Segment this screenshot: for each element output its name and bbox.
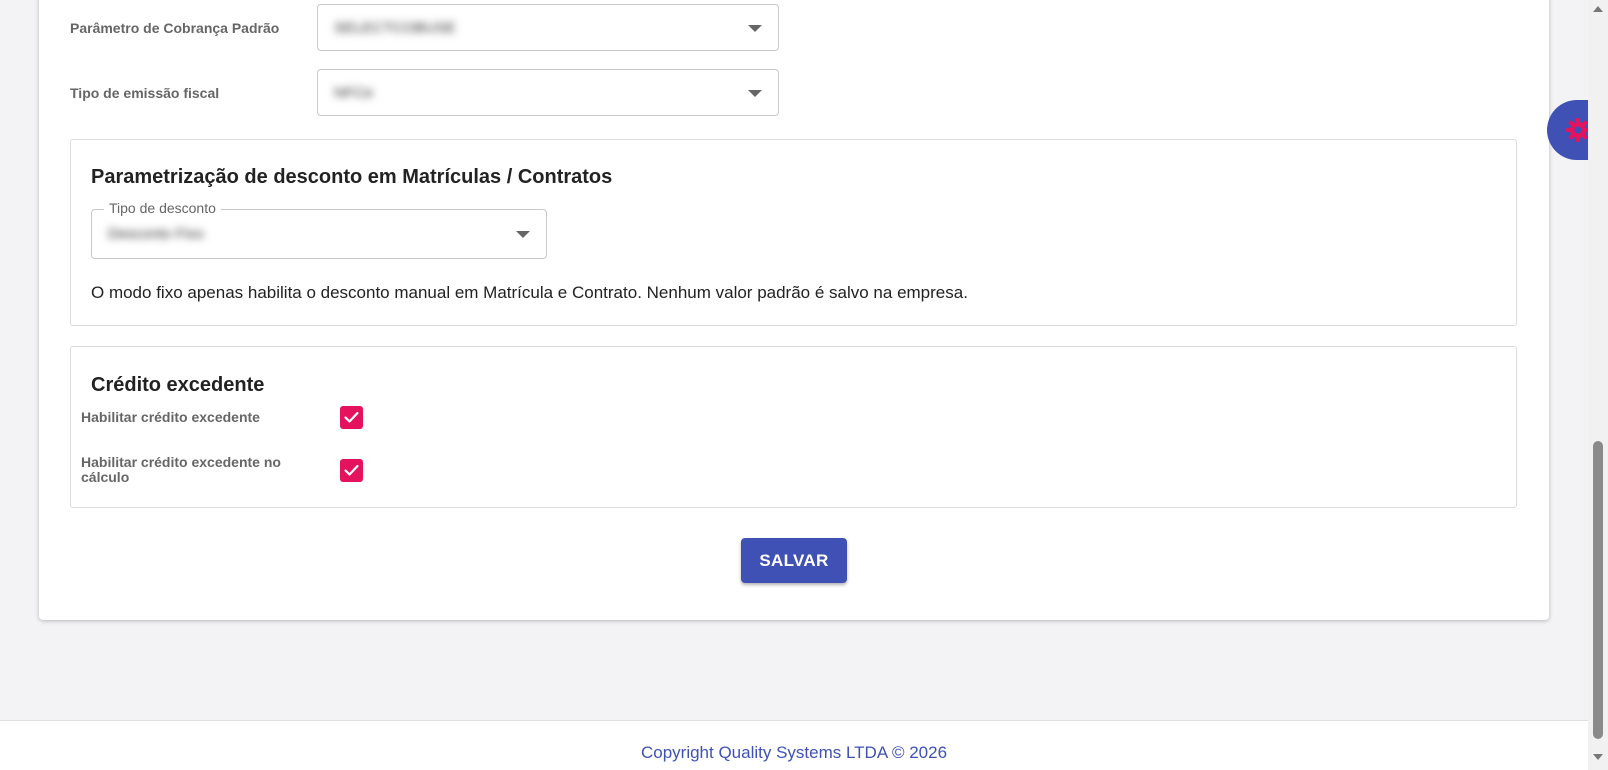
discount-description: O modo fixo apenas habilita o desconto m…	[91, 283, 968, 302]
chevron-down-icon	[748, 89, 762, 97]
billing-param-select[interactable]: SELECTCOBUSE	[317, 4, 779, 51]
chevron-down-icon	[748, 24, 762, 32]
enable-excess-credit-checkbox[interactable]	[340, 406, 363, 429]
enable-excess-credit-label: Habilitar crédito excedente	[81, 409, 260, 425]
credit-panel: Crédito excedente Habilitar crédito exce…	[70, 346, 1517, 508]
footer: Copyright Quality Systems LTDA © 2026	[0, 720, 1588, 770]
discount-panel: Parametrização de desconto em Matrículas…	[70, 139, 1517, 326]
scrollbar-thumb[interactable]	[1593, 441, 1603, 739]
fiscal-type-value: NFCe	[334, 84, 374, 101]
page: Parâmetro de Cobrança Padrão SELECTCOBUS…	[0, 0, 1608, 770]
discount-type-label: Tipo de desconto	[104, 200, 221, 216]
check-icon	[344, 464, 359, 476]
fiscal-type-select[interactable]: NFCe	[317, 69, 779, 116]
scroll-up-icon[interactable]	[1593, 6, 1603, 12]
discount-type-value: Desconto Fixo	[108, 225, 204, 243]
discount-type-select[interactable]: Tipo de desconto Desconto Fixo	[91, 200, 547, 259]
fiscal-type-label: Tipo de emissão fiscal	[70, 85, 220, 101]
billing-param-label: Parâmetro de Cobrança Padrão	[70, 20, 280, 36]
enable-excess-credit-calc-checkbox[interactable]	[340, 459, 363, 482]
credit-panel-title: Crédito excedente	[91, 374, 265, 396]
save-button[interactable]: SALVAR	[741, 538, 847, 583]
discount-panel-title: Parametrização de desconto em Matrículas…	[91, 166, 613, 188]
copyright-text: Copyright Quality Systems LTDA © 2026	[640, 743, 948, 762]
billing-param-value: SELECTCOBUSE	[334, 19, 456, 36]
scroll-down-icon[interactable]	[1593, 754, 1603, 760]
chevron-down-icon	[516, 231, 530, 238]
page-scrollbar[interactable]	[1588, 0, 1608, 770]
enable-excess-credit-calc-label: Habilitar crédito excedente no cálculo	[81, 454, 281, 485]
check-icon	[344, 411, 359, 423]
